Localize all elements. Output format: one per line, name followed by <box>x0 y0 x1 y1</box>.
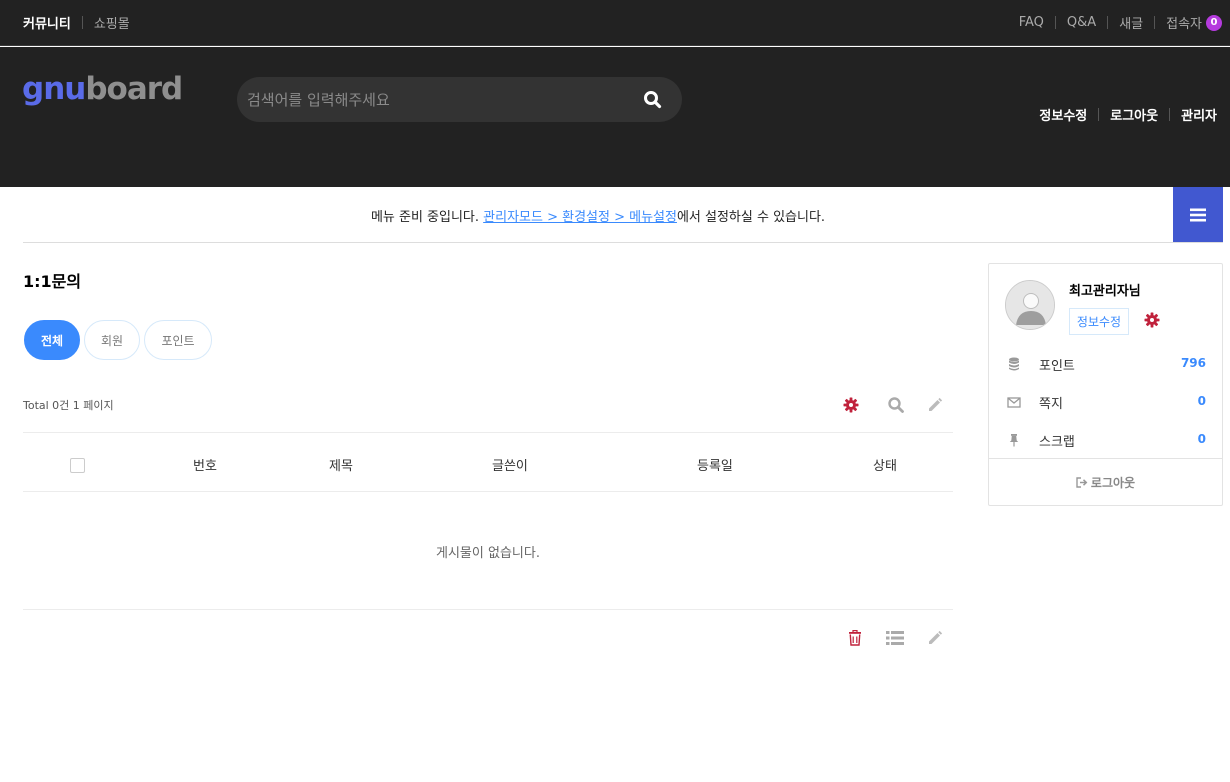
delete-button[interactable] <box>843 626 867 650</box>
board-settings-button[interactable] <box>839 393 863 417</box>
sidebar-logout-button[interactable]: 로그아웃 <box>989 474 1222 491</box>
admin-settings-button[interactable] <box>1144 312 1162 330</box>
empty-list-row: 게시물이 없습니다. <box>23 492 953 610</box>
scrap-label: 스크랩 <box>1039 435 1075 450</box>
write-button-bottom[interactable] <box>923 626 947 650</box>
gear-icon <box>843 397 859 413</box>
col-subject: 제목 <box>329 459 353 474</box>
top-bar: 커뮤니티 쇼핑몰 FAQ Q&A 새글 접속자 0 <box>0 0 1230 46</box>
point-label: 포인트 <box>1039 359 1075 374</box>
tab-all[interactable]: 전체 <box>24 320 80 360</box>
board-search-button[interactable] <box>884 393 908 417</box>
separator <box>1169 108 1171 121</box>
separator <box>1107 16 1109 29</box>
separator <box>1054 16 1056 29</box>
separator <box>1098 108 1100 121</box>
separator <box>1154 16 1156 29</box>
qa-link[interactable]: Q&A <box>1067 15 1096 30</box>
admin-link[interactable]: 관리자 <box>1181 105 1217 124</box>
gear-icon <box>1144 312 1160 328</box>
faq-link[interactable]: FAQ <box>1019 15 1044 30</box>
sign-out-icon <box>1076 477 1088 488</box>
select-all-checkbox[interactable] <box>70 458 85 473</box>
global-nav: 메뉴 준비 중입니다. 관리자모드 > 환경설정 > 메뉴설정에서 설정하실 수… <box>23 187 1223 243</box>
logo-text-board: board <box>85 71 183 107</box>
avatar[interactable] <box>1005 280 1055 330</box>
pin-icon <box>1009 434 1019 447</box>
user-name[interactable]: 최고관리자님 <box>1069 280 1141 299</box>
search-icon <box>888 397 904 413</box>
write-button[interactable] <box>923 393 947 417</box>
pencil-icon <box>929 397 943 411</box>
search-icon <box>644 91 662 109</box>
memo-row[interactable]: 쪽지 0 <box>989 392 1222 412</box>
top-left-links: 커뮤니티 쇼핑몰 <box>23 13 130 32</box>
edit-profile-button[interactable]: 정보수정 <box>1069 308 1129 335</box>
point-row[interactable]: 포인트 796 <box>989 354 1222 374</box>
member-outlogin-box: 최고관리자님 정보수정 포인트 796 쪽지 0 스크랩 0 로그아웃 <box>988 263 1223 506</box>
database-icon <box>1009 357 1019 371</box>
hamburger-icon <box>1190 208 1206 221</box>
search-input[interactable] <box>247 77 627 122</box>
shop-link[interactable]: 쇼핑몰 <box>94 13 130 32</box>
menu-notice-text-end: 에서 설정하실 수 있습니다. <box>676 210 826 225</box>
memo-label: 쪽지 <box>1039 397 1063 412</box>
board-table: 번호 제목 글쓴이 등록일 상태 게시물이 없습니다. <box>23 432 953 610</box>
separator <box>81 16 83 29</box>
search-box <box>237 77 682 122</box>
top-right-links: FAQ Q&A 새글 접속자 0 <box>1019 13 1222 32</box>
total-info: Total 0건 1 페이지 <box>23 399 114 412</box>
list-icon <box>886 631 904 645</box>
logout-link[interactable]: 로그아웃 <box>1110 105 1158 124</box>
envelope-icon <box>1007 397 1021 408</box>
trash-icon <box>849 630 861 646</box>
visitors-count-badge: 0 <box>1206 14 1222 31</box>
new-posts-link[interactable]: 새글 <box>1119 13 1143 32</box>
user-avatar-icon <box>1006 281 1054 329</box>
sidebar-logout-label: 로그아웃 <box>1090 476 1136 490</box>
col-number: 번호 <box>193 459 217 474</box>
pencil-icon <box>929 630 943 644</box>
tab-member[interactable]: 회원 <box>84 320 140 360</box>
menu-settings-link[interactable]: 관리자모드 > 환경설정 > 메뉴설정 <box>483 210 677 225</box>
col-date: 등록일 <box>697 459 733 474</box>
edit-info-link[interactable]: 정보수정 <box>1039 105 1087 124</box>
col-status: 상태 <box>873 459 897 474</box>
search-button[interactable] <box>642 89 664 111</box>
point-value: 796 <box>1180 356 1206 370</box>
empty-message: 게시물이 없습니다. <box>436 546 540 561</box>
scrap-row[interactable]: 스크랩 0 <box>989 430 1222 450</box>
memo-value: 0 <box>1197 394 1206 408</box>
menu-notice: 메뉴 준비 중입니다. 관리자모드 > 환경설정 > 메뉴설정에서 설정하실 수… <box>23 206 1173 225</box>
sidebar-divider <box>989 458 1222 459</box>
col-writer: 글쓴이 <box>492 459 528 474</box>
visitors-link[interactable]: 접속자 <box>1166 13 1202 32</box>
list-button[interactable] <box>883 626 907 650</box>
all-menu-button[interactable] <box>1173 187 1223 242</box>
tab-point[interactable]: 포인트 <box>144 320 212 360</box>
scrap-value: 0 <box>1197 432 1206 446</box>
table-header: 번호 제목 글쓴이 등록일 상태 <box>23 432 953 492</box>
site-logo[interactable]: gnuboard <box>22 71 183 107</box>
menu-notice-text: 메뉴 준비 중입니다. <box>370 210 484 225</box>
page-title: 1:1문의 <box>23 272 82 291</box>
header-user-links: 정보수정 로그아웃 관리자 <box>1039 105 1217 124</box>
community-link[interactable]: 커뮤니티 <box>23 13 71 32</box>
site-header: gnuboard 정보수정 로그아웃 관리자 <box>0 47 1230 187</box>
category-tabs: 전체 회원 포인트 <box>24 320 216 360</box>
logo-text-gnu: gnu <box>22 71 86 107</box>
